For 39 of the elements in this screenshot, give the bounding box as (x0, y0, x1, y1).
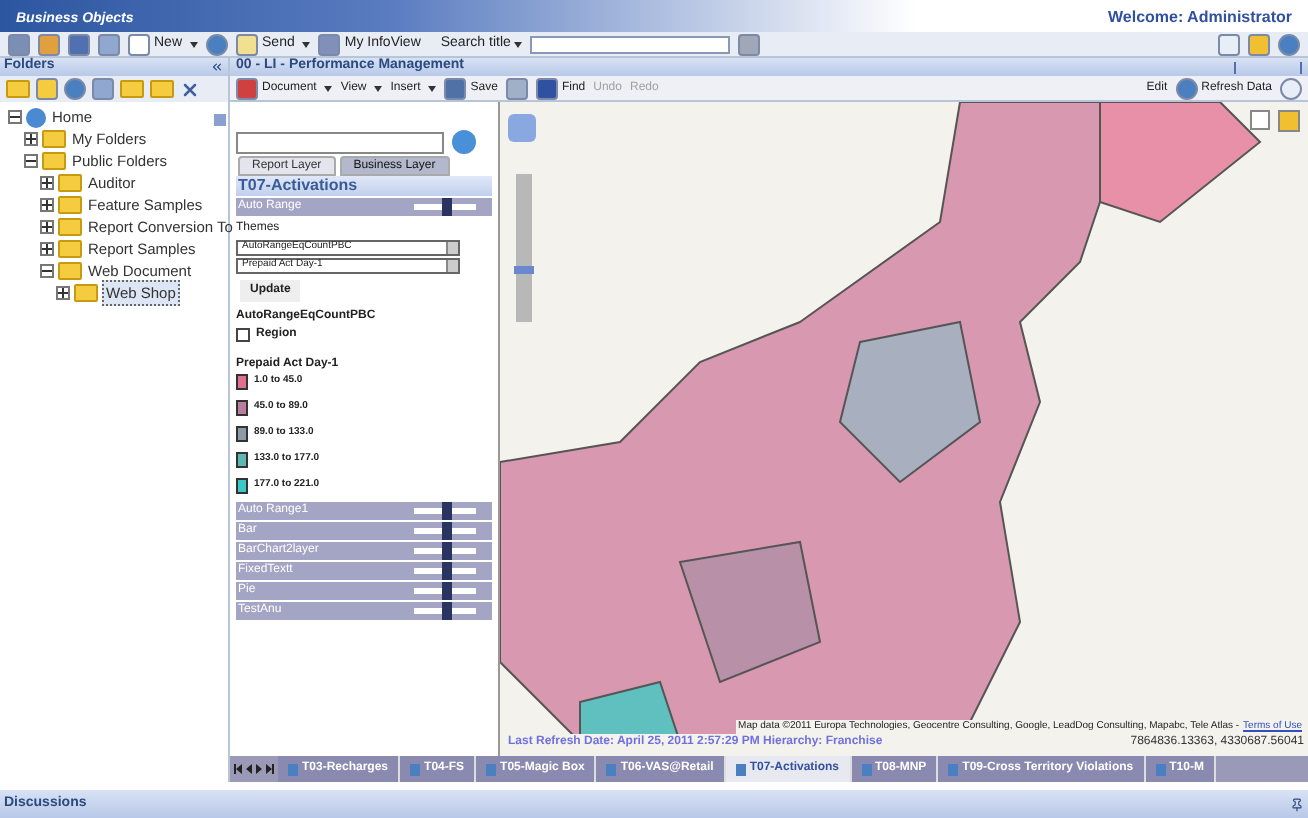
slider-thumb[interactable] (441, 562, 451, 580)
slider-thumb[interactable] (441, 522, 451, 540)
slider-thumb[interactable] (441, 502, 451, 520)
collapse-icon[interactable] (8, 110, 22, 124)
expand-icon[interactable] (40, 242, 54, 256)
slider-track[interactable] (414, 588, 476, 594)
slider-thumb[interactable] (441, 198, 451, 216)
tab-navigation-icon[interactable] (234, 764, 274, 774)
caret-icon (190, 41, 199, 47)
caret-icon (324, 85, 333, 91)
layer-title: T07-Activations (236, 176, 492, 196)
slider-track[interactable] (414, 568, 476, 574)
checkbox[interactable] (236, 328, 250, 342)
caret-icon (428, 85, 437, 91)
expand-icon[interactable] (56, 286, 70, 300)
delete-icon[interactable] (180, 79, 200, 99)
search-field[interactable] (530, 35, 731, 53)
expand-icon[interactable] (40, 198, 54, 212)
slider-thumb[interactable] (441, 582, 451, 600)
collapse-icon[interactable] (24, 154, 38, 168)
zoom-thumb[interactable] (514, 265, 534, 273)
slider-track[interactable] (414, 204, 476, 210)
zoom-slider[interactable] (516, 174, 532, 322)
pin-icon[interactable] (1290, 797, 1304, 811)
slider-thumb[interactable] (441, 542, 451, 560)
expand-icon[interactable] (24, 132, 38, 146)
slider-track[interactable] (414, 528, 476, 534)
caret-icon (374, 85, 383, 91)
slider-thumb[interactable] (441, 602, 451, 620)
expand-icon[interactable] (40, 220, 54, 234)
slider-track[interactable] (414, 548, 476, 554)
welcome-text: Welcome: Administrator (1107, 6, 1292, 30)
slider-track[interactable] (414, 608, 476, 614)
caret-icon (514, 41, 523, 47)
layer-search-field[interactable] (236, 131, 444, 153)
slider-track[interactable] (414, 508, 476, 514)
caret-icon (302, 41, 311, 47)
expand-icon[interactable] (40, 176, 54, 190)
collapse-icon[interactable] (40, 264, 54, 278)
